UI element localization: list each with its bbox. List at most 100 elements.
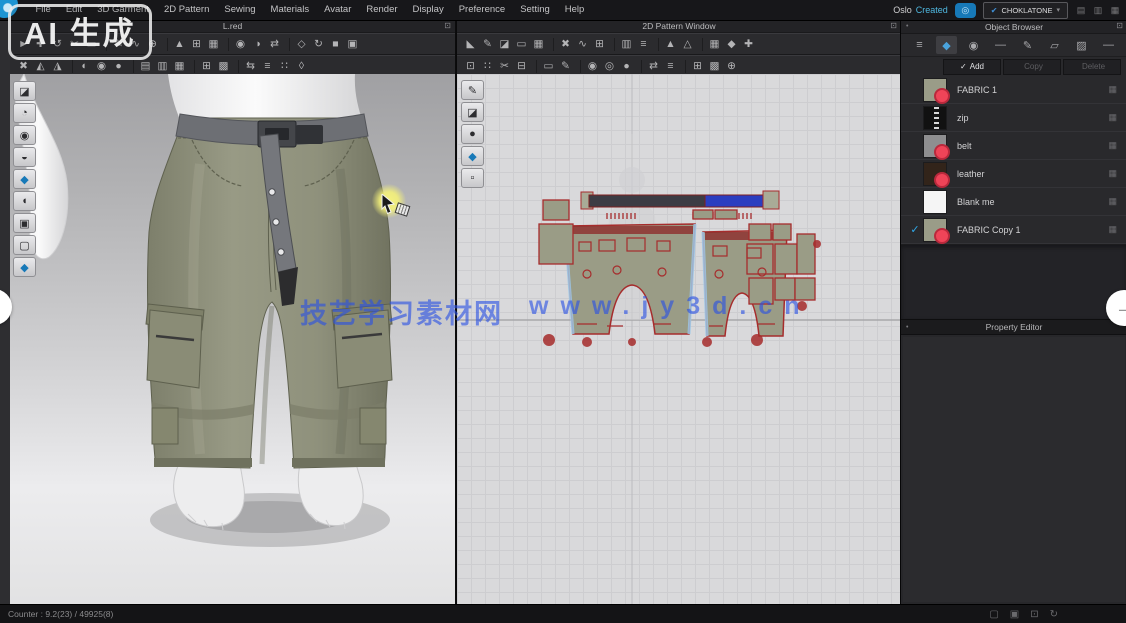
tool-icon[interactable]: ▥ (618, 36, 635, 52)
tool-icon[interactable]: ∷ (276, 58, 293, 74)
viewport-toggle-icon[interactable]: ◪ (461, 102, 484, 122)
tool-icon[interactable]: ▭ (513, 36, 530, 52)
viewport-toggle-icon[interactable]: ◖ (13, 191, 36, 211)
account-dropdown[interactable]: ✔ CHOKLATONE ▾ (983, 2, 1068, 19)
tool-icon[interactable] (284, 38, 290, 51)
tool-icon[interactable]: ◪ (496, 36, 513, 52)
browser-tab-icon[interactable]: — (1098, 36, 1119, 54)
tool-icon[interactable]: ∿ (574, 36, 591, 52)
fabric-action-button[interactable]: ✓ Add (943, 59, 1001, 75)
viewport-toggle-icon[interactable]: ▣ (13, 213, 36, 233)
tool-icon[interactable]: ◮ (49, 58, 66, 74)
tool-icon[interactable]: ⊡ (462, 58, 479, 74)
viewport-toggle-icon[interactable]: ◆ (13, 169, 36, 189)
tool-icon[interactable]: ⊟ (513, 58, 530, 74)
tool-icon[interactable]: ⇆ (242, 58, 259, 74)
browser-tab-icon[interactable]: ▨ (1071, 36, 1092, 54)
menu-item[interactable]: Setting (513, 0, 558, 20)
tool-icon[interactable]: ✎ (557, 58, 574, 74)
viewport-toggle-icon[interactable]: ◆ (461, 146, 484, 166)
pattern-pieces[interactable] (457, 74, 901, 604)
viewport-toggle-icon[interactable]: ▫ (461, 168, 484, 188)
tool-icon[interactable]: ≡ (259, 58, 276, 74)
tool-icon[interactable]: ◉ (584, 58, 601, 74)
fabric-row[interactable]: ✓ FABRIC 1 ▦ (901, 76, 1126, 104)
status-icon[interactable]: ▢ (989, 609, 998, 620)
layout-icon[interactable]: ▤ (1075, 5, 1087, 16)
fabric-action-button[interactable]: Delete (1063, 59, 1121, 75)
tool-icon[interactable]: ◑ (249, 36, 266, 52)
undock-icon[interactable]: ⊡ (1116, 21, 1123, 30)
tool-icon[interactable] (189, 60, 195, 73)
tool-icon[interactable] (636, 60, 642, 73)
fabric-swatch[interactable] (923, 106, 947, 130)
browser-tab-icon[interactable]: ✎ (1017, 36, 1038, 54)
status-icon[interactable]: ↻ (1050, 609, 1058, 620)
tool-icon[interactable]: △ (679, 36, 696, 52)
tool-icon[interactable]: ▩ (215, 58, 232, 74)
browser-tab-icon[interactable]: — (990, 36, 1011, 54)
tool-icon[interactable]: ◊ (293, 58, 310, 74)
tool-icon[interactable]: ◇ (293, 36, 310, 52)
tool-icon[interactable]: ▲ (662, 36, 679, 52)
tool-icon[interactable] (697, 38, 703, 51)
tool-icon[interactable]: ◐ (76, 58, 93, 74)
object-browser-titlebar[interactable]: • Object Browser ⊡ (901, 20, 1126, 34)
status-icon[interactable]: ⊡ (1030, 609, 1038, 620)
fabric-row[interactable]: ✓ leather ▦ (901, 160, 1126, 188)
browser-tab-icon[interactable]: ◆ (936, 36, 957, 54)
menu-item[interactable]: Avatar (317, 0, 359, 20)
tool-icon[interactable]: ▲ (171, 36, 188, 52)
tool-icon[interactable]: ⊞ (591, 36, 608, 52)
tool-icon[interactable] (67, 60, 73, 73)
viewport-toggle-icon[interactable]: ✎ (461, 80, 484, 100)
tool-icon[interactable]: ✂ (496, 58, 513, 74)
tool-icon[interactable]: ✎ (479, 36, 496, 52)
tool-icon[interactable]: ⊞ (188, 36, 205, 52)
row-menu-icon[interactable]: ▦ (1108, 168, 1117, 179)
tool-icon[interactable]: ≡ (662, 58, 679, 74)
tool-icon[interactable]: ▭ (540, 58, 557, 74)
fabric-row[interactable]: ✓ zip ▦ (901, 104, 1126, 132)
tool-icon[interactable]: ▥ (154, 58, 171, 74)
tool-icon[interactable] (223, 38, 229, 51)
viewport-toggle-icon[interactable]: ▢ (13, 235, 36, 255)
viewport-2d[interactable]: ✎◪●◆▫ (457, 74, 901, 604)
viewport-3d[interactable]: ◪◔◉◒◆◖▣▢◆ (10, 74, 455, 604)
row-menu-icon[interactable]: ▦ (1108, 112, 1117, 123)
tool-icon[interactable] (531, 60, 537, 73)
status-icon[interactable]: ▣ (1010, 609, 1019, 620)
viewport-toggle-icon[interactable]: ◒ (13, 147, 36, 167)
browser-tab-icon[interactable]: ◉ (963, 36, 984, 54)
fabric-swatch[interactable] (923, 78, 947, 102)
tool-icon[interactable]: ● (618, 58, 635, 74)
tool-icon[interactable]: ■ (327, 36, 344, 52)
undock-icon[interactable]: ⊡ (444, 21, 451, 30)
tool-icon[interactable]: ▩ (706, 58, 723, 74)
menu-item[interactable]: Render (359, 0, 405, 20)
camera-button[interactable]: ◎ (955, 3, 976, 18)
fabric-row[interactable]: ✓ Blank me ▦ (901, 188, 1126, 216)
tool-icon[interactable]: ▦ (205, 36, 222, 52)
tool-icon[interactable] (653, 38, 659, 51)
tool-icon[interactable]: ⊞ (689, 58, 706, 74)
fabric-swatch[interactable] (923, 190, 947, 214)
tool-icon[interactable] (575, 60, 581, 73)
menu-item[interactable]: Display (405, 0, 451, 20)
tool-icon[interactable]: ◭ (32, 58, 49, 74)
tool-icon[interactable]: ⇄ (266, 36, 283, 52)
fabric-row[interactable]: ✓ FABRIC Copy 1 ▦ (901, 216, 1126, 244)
tool-icon[interactable] (680, 60, 686, 73)
tool-icon[interactable]: ✚ (740, 36, 757, 52)
tool-icon[interactable]: ▣ (344, 36, 361, 52)
tool-icon[interactable]: ⊕ (723, 58, 740, 74)
tool-icon[interactable] (162, 38, 168, 51)
tool-icon[interactable]: ▦ (530, 36, 547, 52)
tool-icon[interactable]: ▦ (706, 36, 723, 52)
browser-tab-icon[interactable]: ▱ (1044, 36, 1065, 54)
tool-icon[interactable]: ◆ (723, 36, 740, 52)
fabric-action-button[interactable]: Copy (1003, 59, 1061, 75)
row-menu-icon[interactable]: ▦ (1108, 140, 1117, 151)
row-menu-icon[interactable]: ▦ (1108, 224, 1117, 235)
tool-icon[interactable]: ◎ (601, 58, 618, 74)
